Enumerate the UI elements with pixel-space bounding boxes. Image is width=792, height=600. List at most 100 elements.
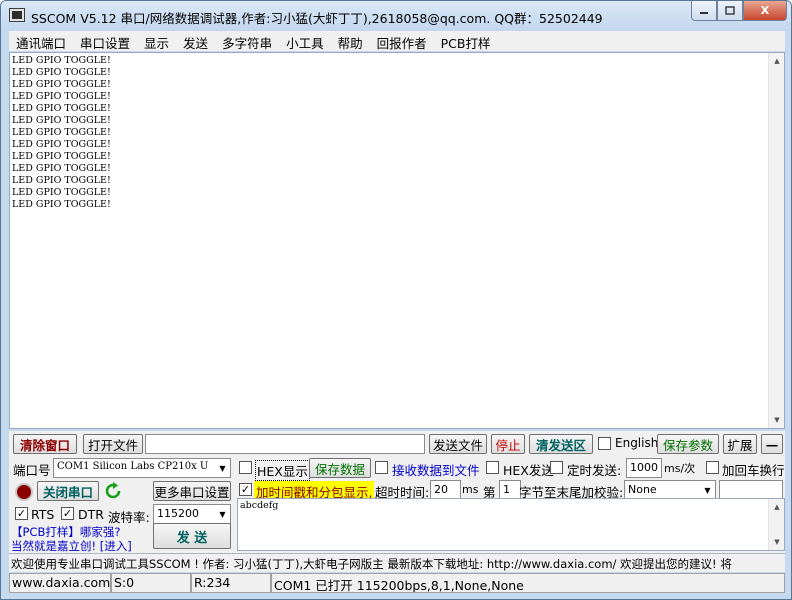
receive-line: LED GPIO TOGGLE! [12,151,111,162]
dtr-label: DTR [78,507,104,522]
close-button[interactable]: X [743,1,787,21]
clear-send-button[interactable]: 清发送区 [529,434,593,454]
receive-text: LED GPIO TOGGLE! LED GPIO TOGGLE! LED GP… [12,55,111,211]
menu-item-pcb[interactable]: PCB打样 [434,31,498,51]
timestamp-checkbox[interactable]: ✓ [239,483,252,496]
baud-rate-select[interactable]: 115200 ▼ [153,504,231,524]
english-label: English [615,436,659,450]
menu-item-display[interactable]: 显示 [137,31,176,51]
receive-line: LED GPIO TOGGLE! [12,199,111,210]
receive-line: LED GPIO TOGGLE! [12,187,111,198]
minimize-glyph [700,11,708,14]
status-site: www.daxia.com [9,573,111,593]
rts-label: RTS [31,507,55,522]
open-file-button[interactable]: 打开文件 [83,434,143,454]
save-data-button[interactable]: 保存数据 [309,458,371,478]
caption-buttons: X [691,1,787,21]
receive-line: LED GPIO TOGGLE! [12,127,111,138]
port-status-indicator-icon [15,483,33,501]
send-file-button[interactable]: 发送文件 [429,434,487,454]
menu-item-help[interactable]: 帮助 [331,31,370,51]
send-text-area[interactable]: abcdefg ▲ ▼ [237,498,785,551]
receive-line: LED GPIO TOGGLE! [12,67,111,78]
hex-send-label: HEX发送 [503,463,554,478]
hex-display-checkbox[interactable] [239,461,252,474]
scroll-up-icon[interactable]: ▲ [769,499,785,515]
receive-line: LED GPIO TOGGLE! [12,163,111,174]
main-window: SSCOM V5.12 串口/网络数据调试器,作者:习小猛(大虾丁丁),2618… [0,0,792,600]
receive-line: LED GPIO TOGGLE! [12,91,111,102]
window-title: SSCOM V5.12 串口/网络数据调试器,作者:习小猛(大虾丁丁),2618… [31,11,603,26]
refresh-icon[interactable] [104,482,122,500]
maximize-glyph [725,6,735,15]
expand-button[interactable]: 扩展 [723,434,757,454]
scroll-down-icon[interactable]: ▼ [769,534,785,550]
hex-display-label: HEX显示 [255,460,310,481]
scroll-up-icon[interactable]: ▲ [769,53,785,69]
nth-byte-input[interactable]: 1 [499,480,521,500]
menu-item-send[interactable]: 发送 [176,31,215,51]
recv-to-file-checkbox[interactable] [375,461,388,474]
app-icon [9,8,25,22]
checksum-select-value: None [628,483,657,496]
dtr-checkbox[interactable]: ✓ [61,507,74,520]
control-panel: 清除窗口 打开文件 发送文件 停止 清发送区 English 保存参数 扩展 —… [9,431,785,553]
receive-line: LED GPIO TOGGLE! [12,79,111,90]
baud-rate-value: 115200 [157,507,199,520]
title-bar[interactable]: SSCOM V5.12 串口/网络数据调试器,作者:习小猛(大虾丁丁),2618… [1,1,791,31]
hex-send-checkbox[interactable] [486,461,499,474]
timed-send-checkbox[interactable] [550,461,563,474]
refresh-glyph [105,482,121,499]
status-sent-count: S:0 [111,573,191,593]
add-crlf-checkbox[interactable] [706,461,719,474]
scroll-down-icon[interactable]: ▼ [769,412,785,428]
menu-item-serial-settings[interactable]: 串口设置 [73,31,137,51]
status-received-count: R:234 [191,573,271,593]
interval-unit: ms/次 [664,462,696,475]
maximize-icon[interactable] [717,1,743,21]
menu-item-port[interactable]: 通讯端口 [9,31,73,51]
collapse-button[interactable]: — [761,434,783,454]
receive-scrollbar[interactable]: ▲ ▼ [768,53,784,428]
minimize-icon[interactable] [691,1,717,21]
menu-item-multi-string[interactable]: 多字符串 [215,31,279,51]
stop-button[interactable]: 停止 [491,434,525,454]
receive-line: LED GPIO TOGGLE! [12,103,111,114]
receive-line: LED GPIO TOGGLE! [12,115,111,126]
chevron-down-icon[interactable]: ▼ [215,459,230,477]
timeout-input[interactable]: 20 [430,480,461,500]
rts-checkbox[interactable]: ✓ [15,507,28,520]
clear-window-button[interactable]: 清除窗口 [13,434,77,454]
port-label: 端口号 [13,463,51,478]
port-select[interactable]: COM1 Silicon Labs CP210x U ▼ [53,458,231,478]
recv-to-file-label: 接收数据到文件 [392,463,480,478]
menu-bar: 通讯端口 串口设置 显示 发送 多字符串 小工具 帮助 回报作者 PCB打样 [9,31,785,51]
send-text: abcdefg [240,500,279,511]
menu-item-tools[interactable]: 小工具 [279,31,331,51]
port-select-value: COM1 Silicon Labs CP210x U [57,461,209,472]
send-scrollbar[interactable]: ▲ ▼ [768,499,784,550]
jlc-promo-link[interactable]: 当然就是嘉立创! [进入] [11,538,132,554]
receive-line: LED GPIO TOGGLE! [12,175,111,186]
timed-send-label: 定时发送: [567,463,622,478]
checksum-result-field [719,480,783,500]
english-checkbox[interactable] [598,437,611,450]
receive-line: LED GPIO TOGGLE! [12,55,111,66]
menu-item-report-author[interactable]: 回报作者 [370,31,434,51]
more-serial-settings-button[interactable]: 更多串口设置 [153,481,231,501]
close-port-button[interactable]: 关闭串口 [37,481,99,501]
status-bar: www.daxia.com S:0 R:234 COM1 已打开 115200b… [9,573,785,593]
receive-line: LED GPIO TOGGLE! [12,139,111,150]
file-path-input[interactable] [145,434,425,454]
chevron-down-icon[interactable]: ▼ [215,505,230,523]
send-button[interactable]: 发 送 [153,523,231,549]
receive-area[interactable]: LED GPIO TOGGLE! LED GPIO TOGGLE! LED GP… [9,52,785,429]
checksum-select[interactable]: None ▼ [624,480,716,500]
interval-input[interactable]: 1000 [626,458,662,478]
welcome-status-bar: 欢迎使用专业串口调试工具SSCOM ! 作者: 习小猛(丁丁),大虾电子网版主 … [9,553,785,572]
chevron-down-icon[interactable]: ▼ [700,481,715,499]
timeout-unit: ms [462,483,479,496]
add-crlf-label: 加回车换行 [722,463,785,478]
save-params-button[interactable]: 保存参数 [657,434,719,454]
status-port-state: COM1 已打开 115200bps,8,1,None,None [271,573,785,593]
